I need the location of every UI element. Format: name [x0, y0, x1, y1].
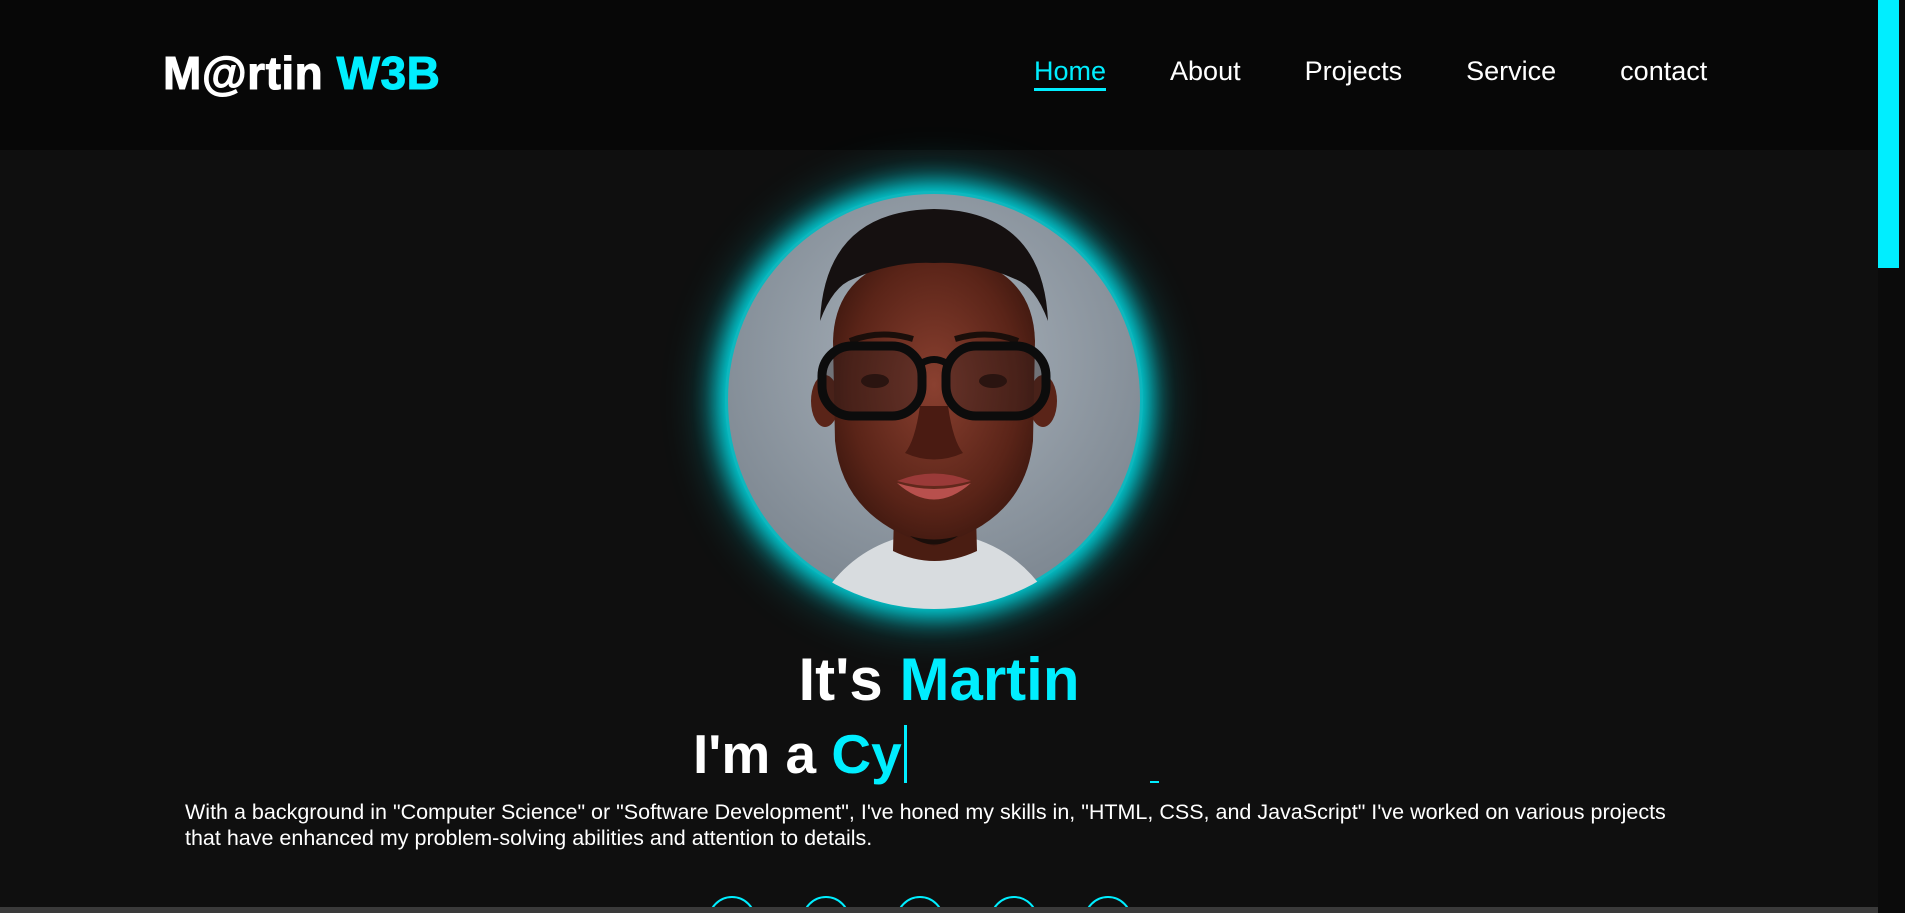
nav-contact[interactable]: contact [1620, 56, 1707, 87]
nav-service[interactable]: Service [1466, 56, 1556, 87]
hero-description: With a background in "Computer Science" … [185, 800, 1666, 850]
site-logo[interactable]: M@rtin W3B [163, 46, 441, 100]
typing-prefix: I'm a [693, 723, 832, 785]
typing-caret [903, 725, 907, 783]
logo-text-accent: W3B [336, 47, 441, 100]
hero-greeting: It's [798, 646, 900, 713]
logo-text-main: M@rtin [163, 47, 337, 100]
page-scrollbar[interactable] [1878, 0, 1905, 913]
site-header: M@rtin W3B Home About Projects Service c… [0, 0, 1878, 150]
nav-projects[interactable]: Projects [1305, 56, 1403, 87]
hero-heading: It's Martin [0, 645, 1878, 714]
profile-avatar [725, 191, 1143, 609]
page: M@rtin W3B Home About Projects Service c… [0, 0, 1905, 913]
nav-about[interactable]: About [1170, 56, 1241, 87]
scrollbar-thumb[interactable] [1878, 0, 1899, 268]
main-nav: Home About Projects Service contact [1034, 56, 1707, 91]
typing-underline-mark [1150, 781, 1159, 783]
typing-text: Cy [831, 723, 902, 785]
typing-role-line: I'm a Cy [693, 722, 907, 786]
profile-photo [728, 194, 1140, 609]
horizontal-scrollbar[interactable] [0, 907, 1878, 913]
nav-home[interactable]: Home [1034, 56, 1107, 91]
hero-name: Martin [899, 646, 1080, 713]
